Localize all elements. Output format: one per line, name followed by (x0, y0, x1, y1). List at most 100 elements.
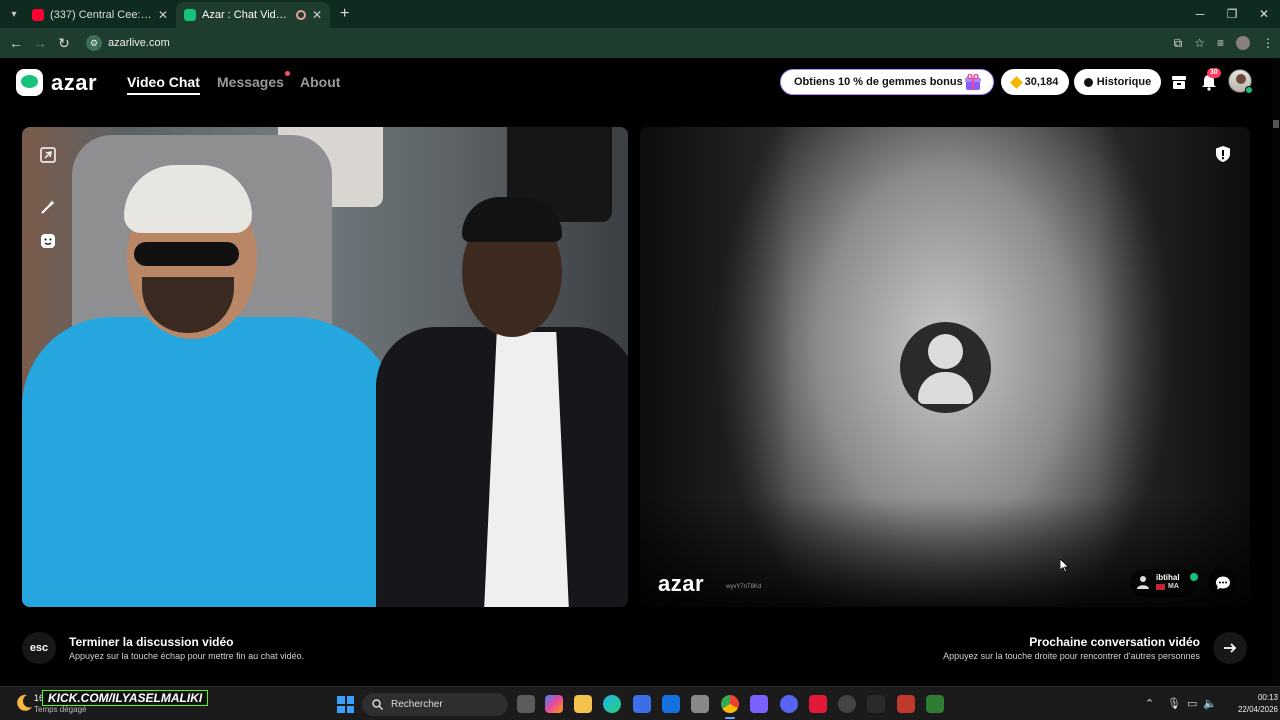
history-label: Historique (1096, 76, 1152, 88)
video-person (484, 332, 569, 607)
esc-end-button[interactable]: esc (22, 632, 56, 664)
browser-actions: ⧉ ☆ ≡ ⋮ (1174, 28, 1274, 58)
scrollbar-thumb[interactable] (1273, 120, 1279, 128)
browser-profile-icon[interactable] (1236, 36, 1250, 50)
flag-icon (1156, 584, 1165, 590)
peer-info-chip[interactable]: ibtihal MA (1130, 569, 1198, 597)
copilot-icon[interactable] (545, 695, 563, 713)
tab-azar[interactable]: Azar : Chat Vidéo avec de nouveaux amis … (176, 2, 330, 28)
end-chat-title: Terminer la discussion vidéo (69, 635, 234, 649)
media-control-icon[interactable]: ≡ (1217, 36, 1224, 50)
recording-icon (295, 10, 306, 20)
edge-icon[interactable] (603, 695, 621, 713)
outlook-icon[interactable] (662, 695, 680, 713)
window-controls: ─ ❐ ✕ (1184, 0, 1280, 28)
report-shield-icon[interactable] (1214, 145, 1232, 163)
session-id: wyvY7nT8Kd (726, 584, 762, 590)
stream-overlay-banner: KICK.COM/ILYASELMALIKI (42, 690, 209, 706)
volume-icon[interactable]: 🔈 (1203, 697, 1217, 710)
open-chat-button[interactable] (1208, 568, 1238, 598)
forward-icon[interactable]: → (28, 35, 52, 51)
notification-badge: 30 (1207, 68, 1221, 78)
clock-icon (1083, 77, 1093, 87)
peer-name: ibtihal (1156, 573, 1180, 582)
next-chat-button[interactable] (1213, 632, 1247, 664)
video-person (134, 242, 239, 266)
online-status-dot (1245, 86, 1253, 94)
tab-youtube[interactable]: (337) Central Cee: "Band4Band" ✕ (24, 2, 176, 28)
obs-icon[interactable] (838, 695, 856, 713)
gems-balance-button[interactable]: 30,184 (1001, 69, 1069, 95)
moon-weather-icon[interactable] (14, 693, 34, 713)
site-info-icon[interactable]: ⚙ (86, 35, 102, 51)
peer-country: MA (1168, 583, 1179, 590)
unread-dot (284, 71, 290, 76)
bookmark-star-icon[interactable]: ☆ (1194, 36, 1205, 50)
history-button[interactable]: Historique (1074, 69, 1161, 95)
smiley-icon (41, 234, 55, 248)
avatar-head (928, 334, 963, 369)
nav-about[interactable]: About (300, 74, 340, 90)
voicemeeter-icon[interactable] (897, 695, 915, 713)
sticker-icon[interactable] (36, 229, 60, 253)
play-app-icon[interactable] (926, 695, 944, 713)
microphone-icon[interactable]: 🎙 (1167, 697, 1181, 710)
bonus-gems-button[interactable]: Obtiens 10 % de gemmes bonus ! (780, 69, 994, 95)
restore-icon[interactable]: ❐ (1216, 0, 1248, 28)
close-icon[interactable]: ✕ (312, 8, 322, 22)
close-icon[interactable]: ✕ (158, 8, 168, 22)
peer-placeholder-avatar (900, 322, 991, 413)
next-chat-subtitle: Appuyez sur la touche droite pour rencon… (943, 651, 1200, 661)
azar-logo[interactable]: azar (16, 69, 97, 96)
tab-search-button[interactable]: ▾ (4, 4, 24, 24)
taskbar-date[interactable]: 22/04/2026 (1226, 705, 1278, 714)
store-icon[interactable] (1170, 73, 1188, 91)
video-person (22, 317, 402, 607)
close-window-icon[interactable]: ✕ (1248, 0, 1280, 28)
youtube-icon (32, 9, 44, 21)
nav-messages[interactable]: Messages (217, 71, 290, 90)
install-app-icon[interactable]: ⧉ (1174, 36, 1183, 51)
reload-icon[interactable]: ↻ (52, 35, 76, 52)
discord-icon[interactable] (780, 695, 798, 713)
end-chat-subtitle: Appuyez sur la touche échap pour mettre … (69, 651, 305, 661)
media-app-icon[interactable] (691, 695, 709, 713)
chrome-icon[interactable] (721, 695, 739, 719)
nav-video-chat[interactable]: Video Chat (127, 74, 200, 95)
microsoft-store-icon[interactable] (633, 695, 651, 713)
address-bar-row: ← → ↻ ⚙ azarlive.com ⧉ ☆ ≡ ⋮ (0, 28, 1280, 58)
app-header: azar Video Chat Messages About Obtiens 1… (0, 58, 1280, 106)
azar-logo-icon (16, 69, 43, 96)
minimize-icon[interactable]: ─ (1184, 0, 1216, 28)
game-controller-icon[interactable] (750, 695, 768, 713)
search-placeholder: Rechercher (391, 699, 443, 710)
url-field[interactable]: ⚙ azarlive.com (86, 33, 1146, 53)
search-icon (372, 699, 383, 710)
app-icon[interactable] (867, 695, 885, 713)
arrow-right-icon (1224, 643, 1237, 653)
magic-wand-icon[interactable] (36, 195, 60, 219)
taskbar-time[interactable]: 00:13 (1240, 693, 1278, 702)
gem-icon (1009, 75, 1023, 89)
file-explorer-icon[interactable] (574, 695, 592, 713)
verified-icon (1190, 573, 1198, 581)
effects-icon (41, 200, 55, 214)
network-icon[interactable]: ▭ (1187, 697, 1197, 710)
shrink-icon (40, 147, 56, 163)
chat-bubble-icon (1216, 576, 1230, 590)
task-view-icon[interactable] (517, 695, 535, 713)
windows-start-icon[interactable] (337, 696, 354, 713)
adobe-icon[interactable] (809, 695, 827, 713)
browser-menu-icon[interactable]: ⋮ (1262, 36, 1274, 50)
page-scrollbar[interactable] (1272, 58, 1280, 686)
video-person (462, 197, 562, 242)
minimize-video-icon[interactable] (36, 143, 60, 167)
taskbar-search-input[interactable]: Rechercher (362, 693, 508, 716)
weather-description: Temps dégagé (34, 705, 87, 714)
gems-count: 30,184 (1024, 76, 1059, 88)
new-tab-button[interactable]: + (340, 5, 349, 23)
back-icon[interactable]: ← (4, 35, 28, 51)
tray-overflow-icon[interactable]: ⌃ (1145, 697, 1154, 710)
tab-title: Azar : Chat Vidéo avec de nouveaux amis (202, 9, 292, 21)
mouse-cursor-icon (1060, 559, 1070, 573)
